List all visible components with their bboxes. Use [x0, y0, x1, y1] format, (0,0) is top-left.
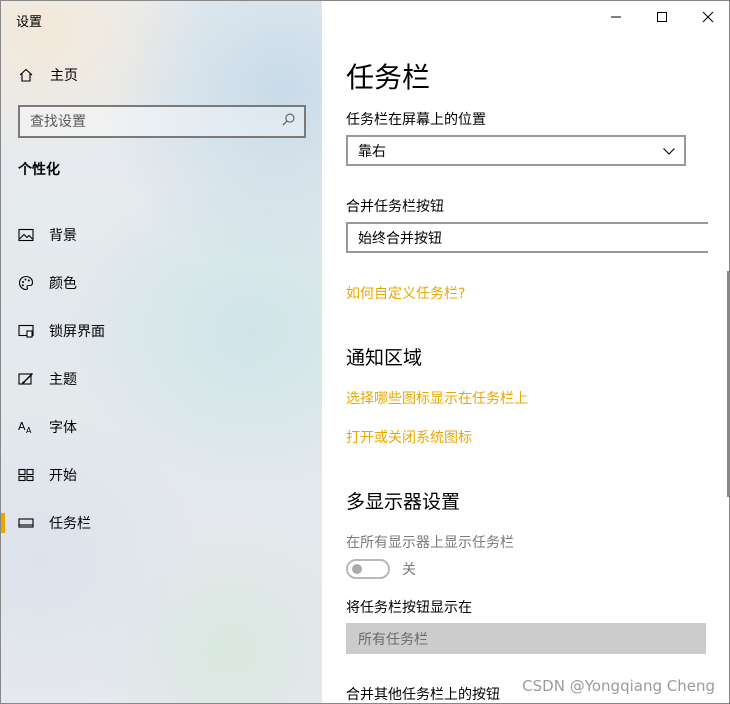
sidebar-item-label: 开始 [49, 468, 77, 484]
sidebar-item-label: 任务栏 [49, 516, 91, 532]
buttons-on-dropdown[interactable]: 所有任务栏 [346, 623, 706, 654]
maximize-icon [657, 12, 667, 22]
combine-label: 合并任务栏按钮 [346, 199, 444, 215]
sidebar-item-background[interactable]: 背景 [1, 211, 322, 259]
search-box[interactable] [18, 105, 306, 138]
vertical-scrollbar[interactable] [727, 271, 729, 497]
toggle-knob [352, 564, 362, 574]
notify-section-heading: 通知区域 [346, 347, 423, 369]
start-icon [1, 467, 49, 483]
svg-text:A: A [26, 426, 32, 435]
sidebar: 设置 主页 个性化 背景 [1, 1, 322, 703]
sidebar-item-label: 主题 [49, 372, 77, 388]
watermark: CSDN @Yongqiang Cheng [522, 677, 715, 695]
minimize-icon [611, 16, 621, 18]
sidebar-item-label: 锁屏界面 [49, 324, 105, 340]
sidebar-item-label: 颜色 [49, 276, 77, 292]
system-icons-link[interactable]: 打开或关闭系统图标 [346, 427, 472, 447]
minimize-button[interactable] [593, 1, 639, 33]
nav-home[interactable]: 主页 [1, 59, 322, 91]
chevron-down-icon [663, 147, 675, 155]
content-pane: 任务栏 任务栏在屏幕上的位置 靠右 合并任务栏按钮 始终合并按钮 如何自定义任务… [322, 1, 729, 703]
nav-home-label: 主页 [50, 68, 78, 84]
nav-list: 背景 颜色 锁屏界面 主题 A A 字体 开始 任务栏 [1, 211, 322, 547]
combine-value: 始终合并按钮 [358, 230, 442, 247]
maximize-button[interactable] [639, 1, 685, 33]
theme-icon [1, 371, 49, 387]
toggle-switch[interactable] [346, 559, 390, 579]
buttons-on-label: 将任务栏按钮显示在 [346, 600, 472, 616]
combine-dropdown[interactable]: 始终合并按钮 [346, 222, 708, 253]
toggle-state-label: 关 [402, 562, 416, 578]
position-dropdown[interactable]: 靠右 [346, 135, 686, 166]
picture-icon [1, 227, 49, 243]
section-title: 个性化 [18, 162, 60, 178]
sidebar-item-colors[interactable]: 颜色 [1, 259, 322, 307]
svg-text:A: A [18, 420, 26, 433]
show-all-displays-label: 在所有显示器上显示任务栏 [346, 535, 514, 551]
position-value: 靠右 [358, 143, 386, 160]
customize-taskbar-link[interactable]: 如何自定义任务栏? [346, 283, 465, 303]
buttons-on-value: 所有任务栏 [358, 631, 428, 648]
page-title: 任务栏 [346, 61, 431, 94]
search-input[interactable] [30, 113, 270, 130]
select-icons-link[interactable]: 选择哪些图标显示在任务栏上 [346, 388, 528, 408]
palette-icon [1, 275, 49, 291]
sidebar-item-label: 背景 [49, 228, 77, 244]
show-all-displays-toggle[interactable]: 关 [346, 559, 416, 579]
position-label: 任务栏在屏幕上的位置 [346, 112, 486, 128]
combine-other-label: 合并其他任务栏上的按钮 [346, 687, 500, 703]
home-icon [1, 67, 49, 83]
font-icon: AA [1, 419, 49, 435]
taskbar-icon [1, 515, 49, 531]
sidebar-item-fonts[interactable]: AA 字体 [1, 403, 322, 451]
close-button[interactable] [685, 1, 729, 33]
window-title: 设置 [16, 15, 43, 30]
search-icon[interactable] [281, 112, 296, 131]
sidebar-item-label: 字体 [49, 420, 77, 436]
window-controls [593, 1, 729, 33]
lock-screen-icon [1, 323, 49, 339]
sidebar-item-start[interactable]: 开始 [1, 451, 322, 499]
settings-window: 设置 主页 个性化 背景 [0, 0, 730, 704]
sidebar-item-themes[interactable]: 主题 [1, 355, 322, 403]
sidebar-item-taskbar[interactable]: 任务栏 [1, 499, 322, 547]
sidebar-item-lockscreen[interactable]: 锁屏界面 [1, 307, 322, 355]
multi-monitor-heading: 多显示器设置 [346, 491, 461, 513]
close-icon [702, 11, 714, 23]
